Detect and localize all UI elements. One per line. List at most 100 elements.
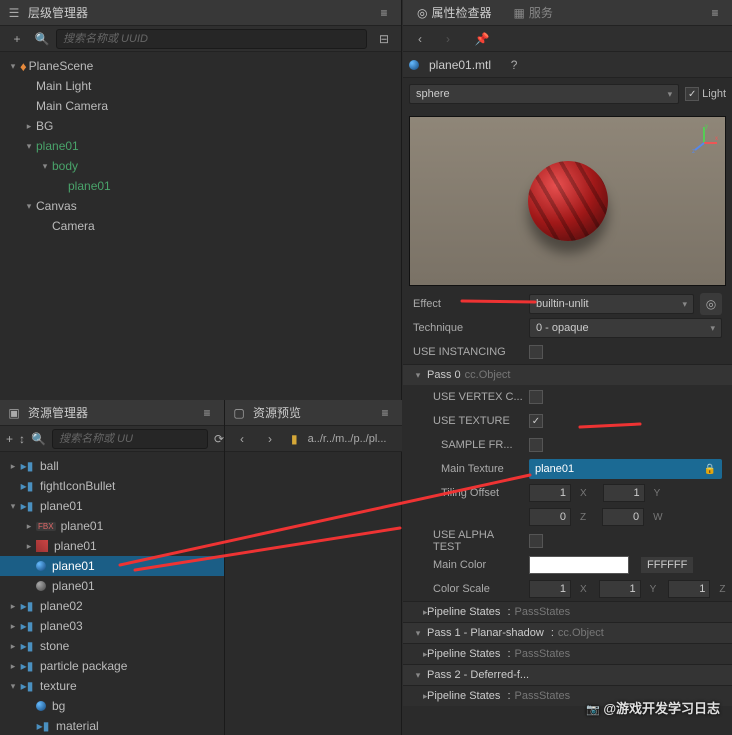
use-texture-checkbox[interactable] bbox=[529, 414, 543, 428]
tiling-x-input[interactable] bbox=[529, 484, 571, 502]
filter-icon[interactable]: ⊟ bbox=[373, 28, 395, 50]
tree-label: BG bbox=[36, 119, 53, 133]
tree-row[interactable]: ▸▸▮stone bbox=[0, 636, 224, 656]
tree-row[interactable]: ▾Canvas bbox=[0, 196, 401, 216]
pass0-header[interactable]: ▾ Pass 0 cc.Object bbox=[403, 364, 732, 385]
menu-icon[interactable]: ≡ bbox=[373, 2, 395, 24]
caret-icon: ▸ bbox=[8, 621, 18, 632]
tiling-y-input[interactable] bbox=[603, 484, 645, 502]
pass1-header[interactable]: ▾ Pass 1 - Planar-shadow : cc.Object bbox=[403, 622, 732, 643]
color-scale-z-input[interactable] bbox=[668, 580, 710, 598]
tree-row[interactable]: plane01 bbox=[0, 556, 224, 576]
light-toggle[interactable]: Light bbox=[685, 87, 726, 101]
tiling-offset-label: Tiling Offset bbox=[413, 487, 523, 499]
tree-label: texture bbox=[40, 679, 77, 693]
tree-row[interactable]: ▸FBXplane01 bbox=[0, 516, 224, 536]
pipeline-states-0[interactable]: ▸ Pipeline States : PassStates bbox=[403, 601, 732, 622]
inspector-tab[interactable]: ◎ 属性检查器 bbox=[409, 0, 500, 25]
sort-icon[interactable]: ↕ bbox=[19, 428, 25, 450]
next-button[interactable]: › bbox=[259, 428, 281, 450]
assets-search-input[interactable] bbox=[52, 429, 208, 449]
layers-icon: ☰ bbox=[6, 5, 22, 21]
caret-icon: ▾ bbox=[40, 161, 50, 172]
caret-icon: ▸ bbox=[8, 601, 18, 612]
search-icon: 🔍 bbox=[31, 431, 46, 447]
folder-icon: ▸▮ bbox=[20, 499, 34, 513]
tree-row[interactable]: plane01 bbox=[0, 176, 401, 196]
tree-label: particle package bbox=[40, 659, 127, 673]
tree-row[interactable]: ▸▮fightIconBullet bbox=[0, 476, 224, 496]
refresh-icon[interactable]: ⟳ bbox=[214, 428, 224, 450]
svg-text:z: z bbox=[692, 149, 695, 153]
inspector-menu-icon[interactable]: ≡ bbox=[704, 2, 726, 24]
preview-title: 资源预览 bbox=[253, 404, 301, 421]
preview-mesh-select[interactable]: sphere ▾ bbox=[409, 84, 679, 104]
main-color-swatch[interactable] bbox=[529, 556, 629, 574]
tree-row[interactable]: bg bbox=[0, 696, 224, 716]
tree-row[interactable]: Main Light bbox=[0, 76, 401, 96]
effect-select[interactable]: builtin-unlit ▾ bbox=[529, 294, 694, 314]
use-instancing-checkbox[interactable] bbox=[529, 345, 543, 359]
material-icon bbox=[36, 701, 46, 711]
color-scale-x-input[interactable] bbox=[529, 580, 571, 598]
tiling-w-input[interactable] bbox=[602, 508, 644, 526]
fbx-icon: FBX bbox=[36, 522, 56, 531]
help-icon[interactable]: ? bbox=[503, 54, 525, 76]
tree-row[interactable]: ▾▸▮plane01 bbox=[0, 496, 224, 516]
tree-row[interactable]: ▾body bbox=[0, 156, 401, 176]
color-scale-label: Color Scale bbox=[413, 583, 523, 595]
lock-icon: 🔒 bbox=[704, 464, 716, 475]
add-node-button[interactable]: + bbox=[6, 28, 28, 50]
assets-menu-icon[interactable]: ≡ bbox=[196, 402, 218, 424]
tree-row[interactable]: ▸plane01 bbox=[0, 536, 224, 556]
tree-row[interactable]: plane01 bbox=[0, 576, 224, 596]
tree-row[interactable]: ▾♦PlaneScene bbox=[0, 56, 401, 76]
locate-effect-button[interactable]: ◎ bbox=[700, 293, 722, 315]
caret-icon: ▾ bbox=[8, 681, 18, 692]
tree-row[interactable]: Camera bbox=[0, 216, 401, 236]
tree-row[interactable]: ▾▸▮texture bbox=[0, 676, 224, 696]
use-texture-label: USE TEXTURE bbox=[413, 415, 523, 427]
prev-button[interactable]: ‹ bbox=[231, 428, 253, 450]
tree-row[interactable]: ▾plane01 bbox=[0, 136, 401, 156]
forward-button[interactable]: › bbox=[437, 28, 459, 50]
use-vertex-color-checkbox[interactable] bbox=[529, 390, 543, 404]
folder-icon: ▸▮ bbox=[20, 639, 34, 653]
breadcrumb-icon: ▮ bbox=[291, 432, 298, 446]
add-asset-button[interactable]: + bbox=[6, 428, 13, 450]
chevron-right-icon: ▸ bbox=[413, 607, 423, 618]
back-button[interactable]: ‹ bbox=[409, 28, 431, 50]
preview-menu-icon[interactable]: ≡ bbox=[374, 402, 396, 424]
svg-text:y: y bbox=[705, 124, 708, 130]
technique-select[interactable]: 0 - opaque ▾ bbox=[529, 318, 722, 338]
sample-from-rt-checkbox[interactable] bbox=[529, 438, 543, 452]
material-icon bbox=[36, 561, 46, 571]
tree-row[interactable]: ▸▸▮plane03 bbox=[0, 616, 224, 636]
light-checkbox[interactable] bbox=[685, 87, 699, 101]
caret-icon: ▸ bbox=[8, 641, 18, 652]
tree-label: plane01 bbox=[52, 579, 95, 593]
use-alpha-test-checkbox[interactable] bbox=[529, 534, 543, 548]
hierarchy-search-input[interactable] bbox=[56, 29, 367, 49]
tree-row[interactable]: ▸▸▮ball bbox=[0, 456, 224, 476]
tree-row[interactable]: ▸▸▮plane02 bbox=[0, 596, 224, 616]
pipeline-states-2[interactable]: ▸ Pipeline States : PassStates bbox=[403, 685, 732, 706]
material-icon bbox=[36, 581, 46, 591]
tree-row[interactable]: ▸BG bbox=[0, 116, 401, 136]
tiling-z-input[interactable] bbox=[529, 508, 571, 526]
pin-icon[interactable]: 📌 bbox=[471, 28, 493, 50]
breadcrumb[interactable]: a../r../m../p../pl... bbox=[308, 433, 387, 445]
color-scale-y-input[interactable] bbox=[599, 580, 641, 598]
services-tab[interactable]: ▦ 服务 bbox=[506, 0, 561, 25]
tree-label: body bbox=[52, 159, 78, 173]
main-texture-label: Main Texture bbox=[413, 463, 523, 475]
pipeline-states-1[interactable]: ▸ Pipeline States : PassStates bbox=[403, 643, 732, 664]
material-icon bbox=[409, 60, 419, 70]
tree-row[interactable]: ▸▸▮particle package bbox=[0, 656, 224, 676]
pass2-header[interactable]: ▾ Pass 2 - Deferred-f... bbox=[403, 664, 732, 685]
tree-row[interactable]: ▸▮material bbox=[0, 716, 224, 735]
asset-name: plane01.mtl bbox=[429, 58, 491, 72]
tree-row[interactable]: Main Camera bbox=[0, 96, 401, 116]
main-texture-slot[interactable]: plane01 🔒 bbox=[529, 459, 722, 479]
material-preview[interactable]: y x z bbox=[409, 116, 726, 286]
